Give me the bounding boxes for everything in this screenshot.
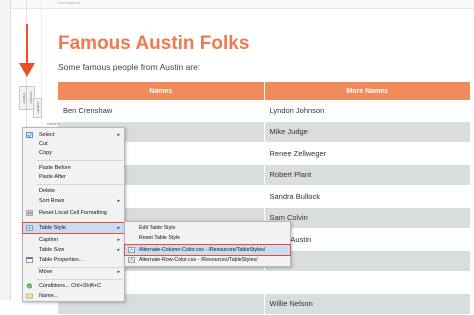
reset-format-icon: [26, 210, 33, 216]
table-cell[interactable]: Mike Judge: [264, 122, 471, 143]
left-gutter: [0, 0, 11, 300]
table-cell[interactable]: Willie Nelson: [264, 294, 471, 315]
table-cell[interactable]: Sam Colvin: [264, 208, 471, 229]
table-cell[interactable]: Renee Zellweger: [264, 143, 471, 164]
menu-item-label: Paste After: [39, 174, 66, 180]
submenu-arrow-icon: ▸: [117, 198, 120, 204]
conditions-icon: [26, 283, 33, 289]
menu-item-move[interactable]: Move ▸: [23, 267, 124, 277]
menu-item-copy[interactable]: Copy: [23, 148, 124, 158]
css-file-icon: [128, 247, 135, 253]
table-cell[interactable]: [264, 251, 471, 272]
menu-item-label: Sort Rows: [39, 198, 64, 204]
submenu-item-alternate-row-color[interactable]: Alternate-Row-Color.css - /Resources/Tab…: [125, 255, 290, 265]
menu-item-label: Table Properties...: [39, 257, 83, 263]
menu-item-table-style[interactable]: Table Style ▸: [23, 223, 124, 233]
table-row[interactable]: Ben CrenshawLyndon Johnson: [58, 100, 470, 122]
menu-item-label: Reset Local Cell Formatting: [39, 210, 107, 216]
submenu-arrow-icon: ▸: [117, 225, 120, 231]
menu-item-sort-rows[interactable]: Sort Rows ▸: [23, 196, 124, 206]
menu-item-label: Table Style: [39, 225, 66, 231]
menu-item-label: Delete: [39, 188, 55, 194]
table-cell[interactable]: [264, 272, 471, 293]
menu-item-label: Copy: [39, 150, 52, 156]
page-title: Famous Austin Folks: [58, 33, 249, 55]
menu-item-label: Move: [39, 269, 52, 275]
table-style-icon: [26, 225, 33, 231]
submenu-item-label: Edit Table Style: [139, 225, 175, 231]
structure-tag-table[interactable]: <table>: [33, 98, 42, 118]
editor-top-bar: new markup: [0, 0, 474, 9]
name-icon: [26, 293, 33, 299]
submenu-item-label: Reset Table Style: [139, 235, 180, 241]
table-header-names: Names: [58, 82, 264, 100]
table-tag-label: <table>: [46, 121, 59, 126]
menu-separator: [37, 279, 123, 280]
menu-item-label: Table Size: [39, 247, 64, 253]
submenu-arrow-icon: ▸: [117, 247, 120, 253]
table-cell[interactable]: Sandra Bullock: [264, 186, 471, 207]
table-cell[interactable]: Robert Plant: [264, 165, 471, 186]
menu-item-reset-cell-formatting[interactable]: Reset Local Cell Formatting: [23, 208, 124, 218]
structure-tag-label: <table>: [36, 101, 41, 114]
submenu-arrow-icon: ▸: [117, 132, 120, 138]
menu-item-caption[interactable]: Caption ▸: [23, 235, 124, 245]
menu-item-delete[interactable]: Delete: [23, 186, 124, 196]
menu-item-table-size[interactable]: Table Size ▸: [23, 245, 124, 255]
menu-item-label: Select: [39, 132, 54, 138]
css-file-icon: [128, 257, 135, 263]
menu-item-conditions[interactable]: Conditions... Ctrl+Shift+C: [23, 281, 124, 291]
editor-top-label: new markup: [58, 0, 80, 5]
table-cell[interactable]: Steve Austin: [264, 229, 471, 250]
table-cell[interactable]: Lyndon Johnson: [264, 100, 471, 121]
menu-item-label: Conditions... Ctrl+Shift+C: [39, 283, 101, 289]
menu-item-label: Name...: [39, 293, 58, 299]
menu-separator: [37, 184, 123, 185]
callout-arrow-icon: [19, 63, 35, 77]
context-menu: Select ▸ Cut Copy Paste Before Paste Aft…: [22, 127, 125, 302]
select-icon: [26, 132, 33, 138]
submenu-item-alternate-column-color[interactable]: Alternate-Column-Color.css - /Resources/…: [125, 245, 290, 255]
menu-item-label: Cut: [39, 141, 48, 147]
submenu-item-reset-table-style[interactable]: Reset Table Style: [125, 233, 290, 243]
menu-item-label: Paste Before: [39, 165, 71, 171]
table-header-row: Names More Names: [58, 82, 470, 100]
menu-item-label: Caption: [39, 237, 58, 243]
submenu-item-label: Alternate-Row-Color.css - /Resources/Tab…: [139, 257, 258, 263]
page-subtitle: Some famous people from Austin are:: [58, 62, 200, 72]
table-style-submenu: Edit Table Style Reset Table Style Alter…: [124, 221, 291, 267]
menu-item-table-properties[interactable]: Table Properties...: [23, 255, 124, 265]
table-cell[interactable]: Ben Crenshaw: [58, 100, 264, 121]
callout-arrow-shaft: [26, 24, 28, 64]
submenu-item-edit-table-style[interactable]: Edit Table Style: [125, 223, 290, 233]
menu-item-paste-after[interactable]: Paste After: [23, 172, 124, 182]
submenu-item-label: Alternate-Column-Color.css - /Resources/…: [139, 247, 265, 253]
table-properties-icon: [26, 257, 33, 263]
submenu-arrow-icon: ▸: [117, 269, 120, 275]
table-header-more-names: More Names: [264, 82, 471, 100]
menu-separator: [37, 160, 123, 161]
submenu-arrow-icon: ▸: [117, 237, 120, 243]
